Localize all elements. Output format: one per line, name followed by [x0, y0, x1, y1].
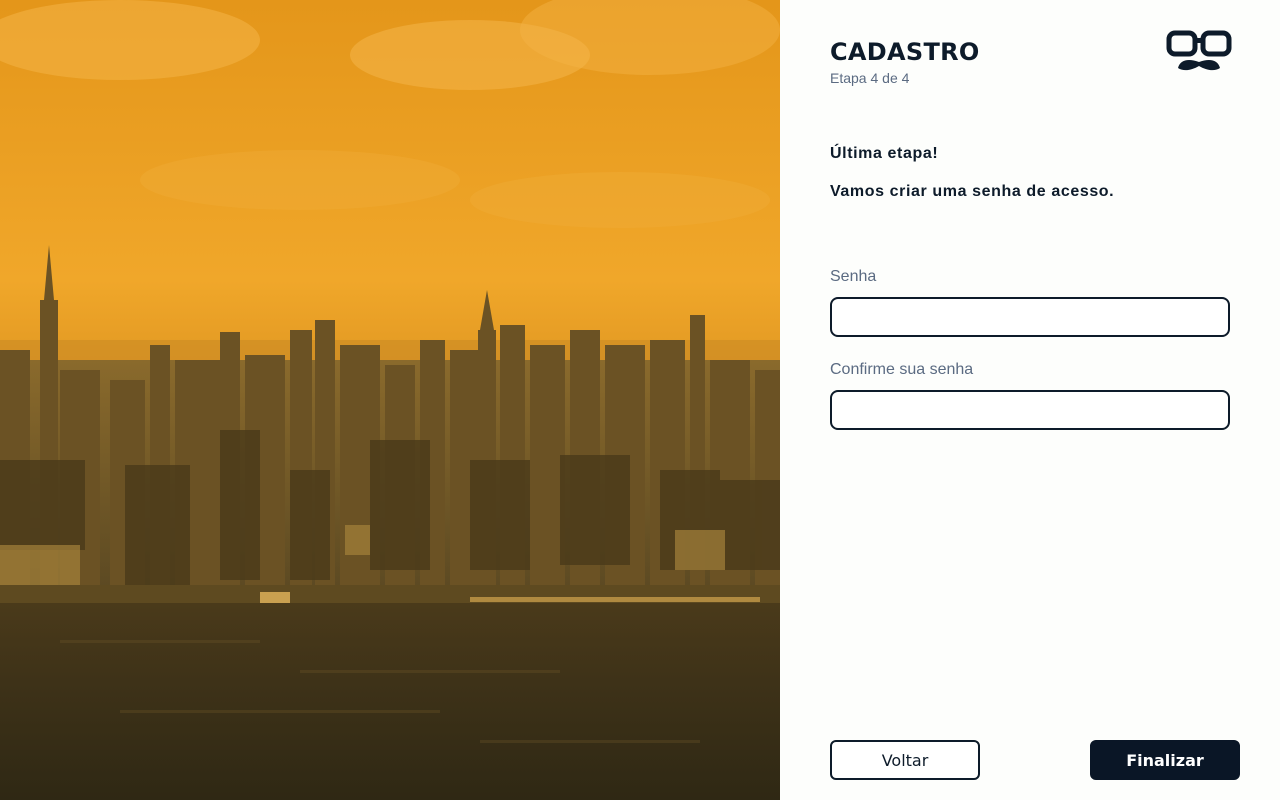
- intro-text: Vamos criar uma senha de acesso.: [830, 183, 1115, 200]
- confirm-password-label: Confirme sua senha: [830, 361, 974, 378]
- glasses-mustache-icon: [1166, 30, 1232, 74]
- page-title: CADASTRO: [830, 38, 980, 66]
- signup-form-panel: CADASTRO Etapa 4 de 4 Última etapa! Vamo…: [780, 0, 1280, 800]
- step-indicator: Etapa 4 de 4: [830, 70, 910, 86]
- intro-title: Última etapa!: [830, 145, 939, 162]
- password-label: Senha: [830, 268, 877, 285]
- confirm-password-field[interactable]: [830, 390, 1230, 430]
- city-skyline-photo: [0, 0, 780, 800]
- back-button[interactable]: Voltar: [830, 740, 980, 780]
- finish-button[interactable]: Finalizar: [1090, 740, 1240, 780]
- password-field[interactable]: [830, 297, 1230, 337]
